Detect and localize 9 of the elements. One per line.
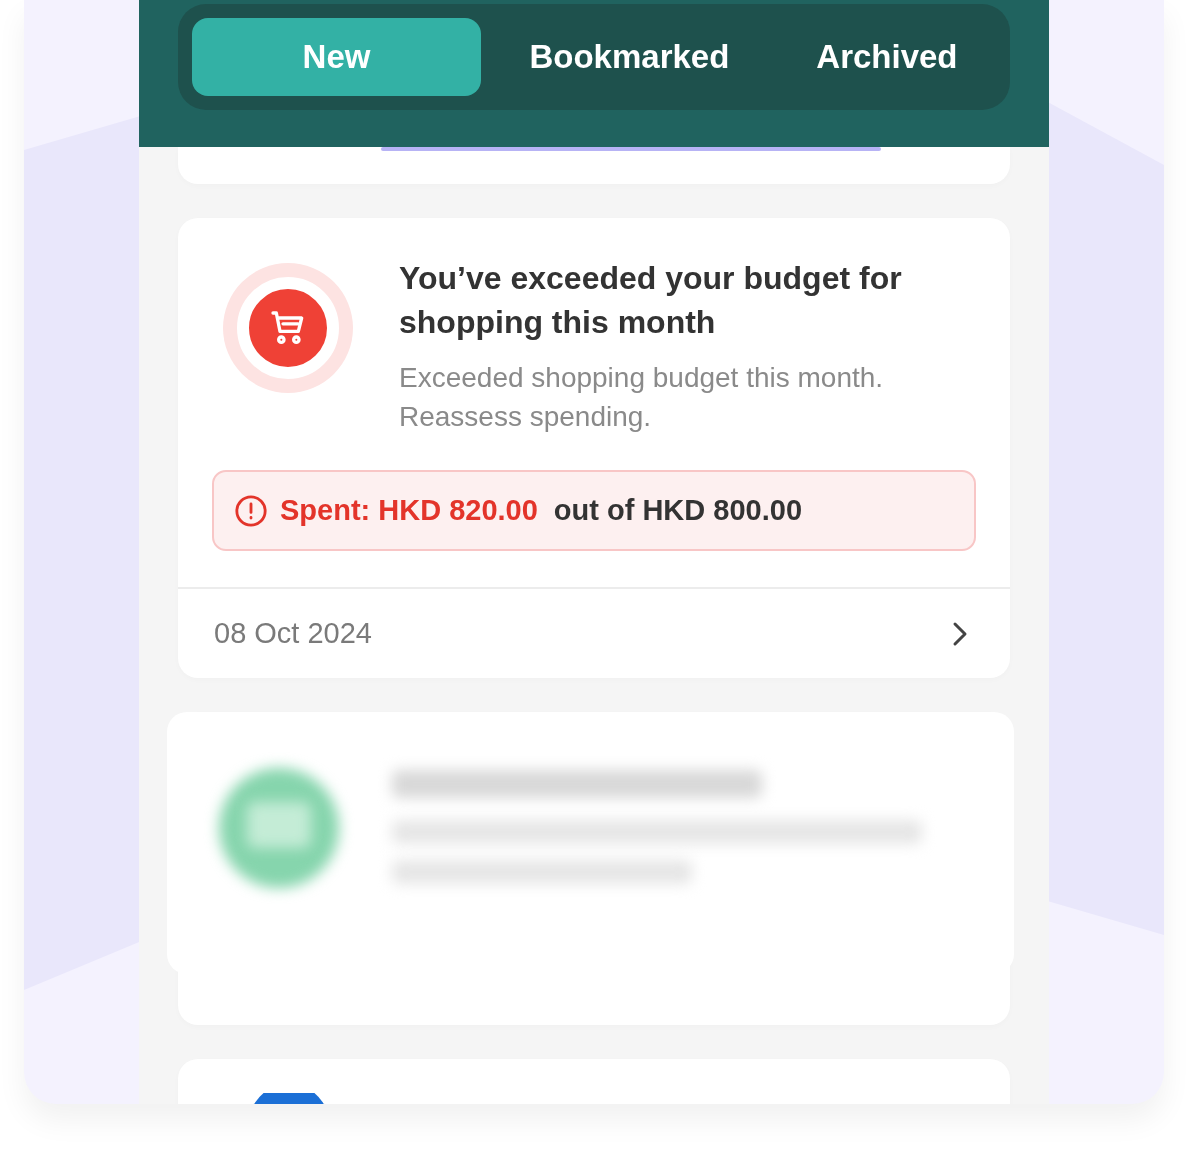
spent-amount: Spent: HKD 820.00 [280, 494, 538, 527]
notification-description: Exceeded shopping budget this month. Reassess spending. [399, 361, 885, 434]
notification-title: You’ve exceeded your budget for shopping this month [399, 259, 903, 342]
tab[interactable]: Archived [777, 18, 996, 96]
tab[interactable]: Bookmarked [491, 18, 768, 96]
warning-icon [234, 493, 268, 528]
notification-card[interactable]: You’ve exceeded your budget for shopping this month Exceeded shopping budget this month. Reassess spending. Spent: HKD 820.00 out of HKD 800.00 08 Oct 2024 [178, 218, 1010, 678]
budget-limit: out of HKD 800.00 [553, 494, 803, 527]
notification-date: 08 Oct 2024 [214, 617, 372, 650]
